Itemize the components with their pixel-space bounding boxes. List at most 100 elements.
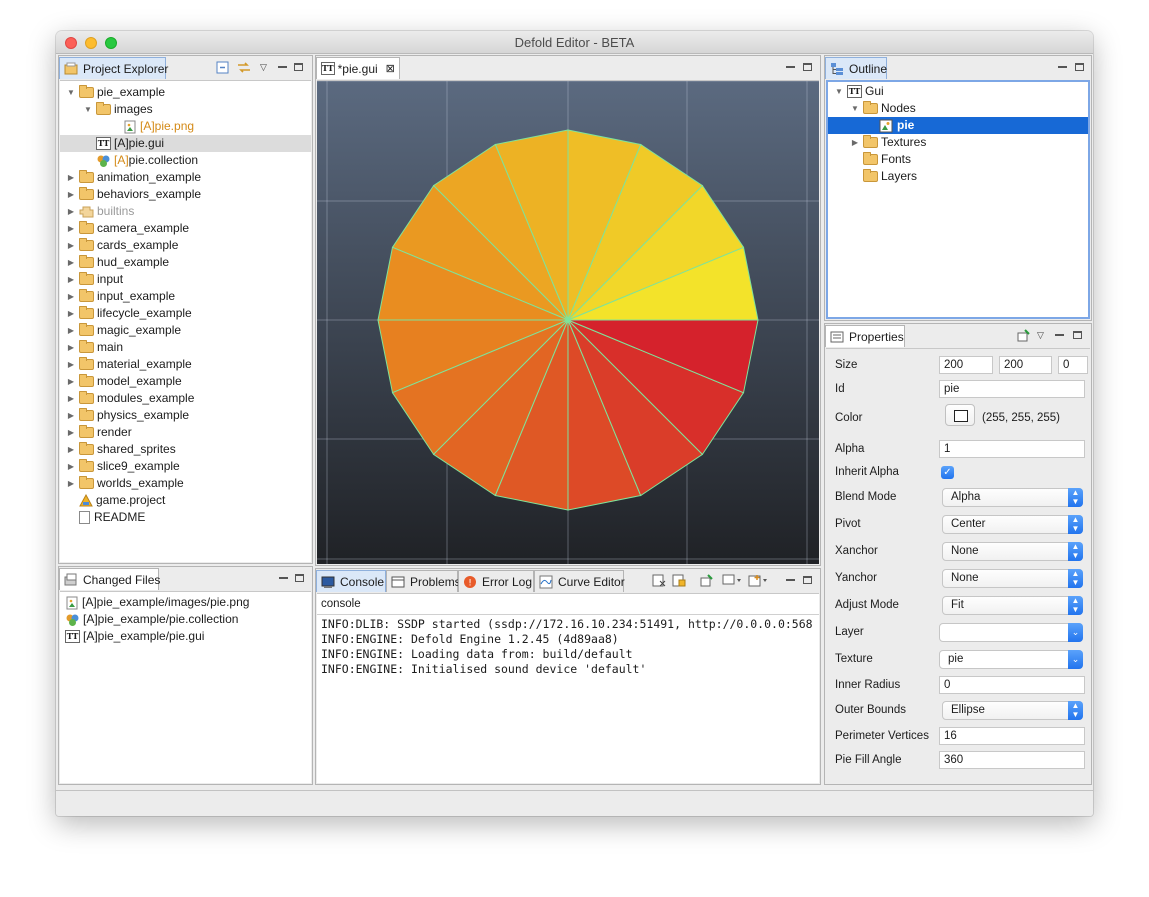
collapse-arrow-icon[interactable]: ▶ <box>66 271 76 288</box>
tree-item[interactable]: ▶ shared_sprites <box>60 441 311 458</box>
pin-console-icon[interactable] <box>700 574 714 590</box>
expand-arrow-icon[interactable]: ▼ <box>850 100 860 117</box>
texture-select[interactable]: pie ⌄ <box>939 650 1083 669</box>
collapse-arrow-icon[interactable]: ▶ <box>66 407 76 424</box>
collapse-arrow-icon[interactable]: ▶ <box>66 305 76 322</box>
minimize-panel-icon[interactable] <box>786 574 795 586</box>
tab-error-log[interactable]: ! Error Log <box>458 570 534 592</box>
display-console-icon[interactable] <box>722 574 742 590</box>
collapse-arrow-icon[interactable]: ▶ <box>66 237 76 254</box>
scene-canvas[interactable] <box>317 81 819 564</box>
tree-item[interactable]: ▶ material_example <box>60 356 311 373</box>
changed-file-item[interactable]: [A]pie_example/images/pie.png <box>65 594 249 611</box>
changed-file-item[interactable]: TT [A]pie_example/pie.gui <box>65 628 204 645</box>
collapse-arrow-icon[interactable]: ▶ <box>66 339 76 356</box>
minimize-panel-icon[interactable] <box>279 572 288 584</box>
tree-item[interactable]: README <box>60 509 311 526</box>
minimize-panel-icon[interactable] <box>786 61 795 73</box>
scene-viewport[interactable] <box>317 80 819 564</box>
outline-item[interactable]: Layers <box>828 168 1088 185</box>
blend-mode-select[interactable]: Alpha ▲ ▼ <box>942 488 1083 507</box>
collapse-arrow-icon[interactable]: ▶ <box>66 169 76 186</box>
tree-item[interactable]: ▶ magic_example <box>60 322 311 339</box>
maximize-panel-icon[interactable] <box>1073 329 1082 341</box>
tree-item[interactable]: ▶ builtins <box>60 203 311 220</box>
size-y-input[interactable]: 200 <box>999 356 1052 374</box>
clear-console-icon[interactable] <box>652 574 666 590</box>
maximize-panel-icon[interactable] <box>803 574 812 586</box>
collapse-arrow-icon[interactable]: ▶ <box>66 390 76 407</box>
collapse-arrow-icon[interactable]: ▶ <box>66 254 76 271</box>
layer-select[interactable]: ⌄ <box>939 623 1083 642</box>
tab-outline[interactable]: Outline <box>825 57 887 79</box>
collapse-arrow-icon[interactable]: ▶ <box>66 356 76 373</box>
color-picker-button[interactable] <box>945 404 975 426</box>
tree-item[interactable]: TT [A] pie.gui <box>60 135 311 152</box>
outline-item[interactable]: ▼ Nodes <box>828 100 1088 117</box>
outline-item[interactable]: pie <box>828 117 1088 134</box>
view-menu-icon[interactable]: ▽ <box>260 61 267 73</box>
maximize-panel-icon[interactable] <box>803 61 812 73</box>
tab-properties[interactable]: Properties <box>825 325 905 347</box>
collapse-arrow-icon[interactable]: ▶ <box>66 441 76 458</box>
inner-radius-input[interactable]: 0 <box>939 676 1085 694</box>
collapse-arrow-icon[interactable]: ▶ <box>66 424 76 441</box>
collapse-arrow-icon[interactable]: ▶ <box>66 373 76 390</box>
tree-item[interactable]: ▶ slice9_example <box>60 458 311 475</box>
minimize-panel-icon[interactable] <box>278 61 287 73</box>
tree-item[interactable]: ▶ model_example <box>60 373 311 390</box>
scroll-lock-icon[interactable] <box>672 574 686 590</box>
outer-bounds-select[interactable]: Ellipse ▲ ▼ <box>942 701 1083 720</box>
tree-item[interactable]: ▶ render <box>60 424 311 441</box>
collapse-arrow-icon[interactable]: ▶ <box>66 203 76 220</box>
tree-item[interactable]: ▶ input <box>60 271 311 288</box>
tab-curve-editor[interactable]: Curve Editor <box>534 570 625 592</box>
view-menu-icon[interactable]: ▽ <box>1037 329 1044 341</box>
link-with-editor-icon[interactable] <box>236 61 252 77</box>
tree-item[interactable]: ▶ cards_example <box>60 237 311 254</box>
tree-item[interactable]: ▶ lifecycle_example <box>60 305 311 322</box>
tree-item[interactable]: ▶ input_example <box>60 288 311 305</box>
tab-console[interactable]: Console <box>316 570 386 592</box>
id-input[interactable]: pie <box>939 380 1085 398</box>
outline-item[interactable]: ▼ TT Gui <box>828 83 1088 100</box>
maximize-panel-icon[interactable] <box>294 61 303 73</box>
perimeter-vertices-input[interactable]: 16 <box>939 727 1085 745</box>
changed-file-item[interactable]: [A]pie_example/pie.collection <box>65 611 238 628</box>
pin-icon[interactable] <box>1017 329 1031 345</box>
expand-arrow-icon[interactable]: ▼ <box>834 83 844 100</box>
expand-arrow-icon[interactable]: ▼ <box>66 84 76 101</box>
pie-fill-angle-input[interactable]: 360 <box>939 751 1085 769</box>
collapse-arrow-icon[interactable]: ▶ <box>66 288 76 305</box>
collapse-arrow-icon[interactable]: ▶ <box>66 458 76 475</box>
collapse-arrow-icon[interactable]: ▶ <box>66 186 76 203</box>
tree-item[interactable]: ▶ camera_example <box>60 220 311 237</box>
collapse-all-icon[interactable] <box>216 61 230 77</box>
tree-item[interactable]: [A] pie.collection <box>60 152 311 169</box>
yanchor-select[interactable]: None ▲ ▼ <box>942 569 1083 588</box>
pivot-select[interactable]: Center ▲ ▼ <box>942 515 1083 534</box>
collapse-arrow-icon[interactable]: ▶ <box>66 220 76 237</box>
tree-item[interactable]: game.project <box>60 492 311 509</box>
outline-item[interactable]: Fonts <box>828 151 1088 168</box>
maximize-panel-icon[interactable] <box>295 572 304 584</box>
tree-item[interactable]: ▶ worlds_example <box>60 475 311 492</box>
tree-item[interactable]: ▼ pie_example <box>60 84 311 101</box>
collapse-arrow-icon[interactable]: ▶ <box>66 475 76 492</box>
minimize-panel-icon[interactable] <box>1055 329 1064 341</box>
open-console-icon[interactable] <box>748 574 768 590</box>
collapse-arrow-icon[interactable]: ▶ <box>850 134 860 151</box>
inherit-alpha-checkbox[interactable]: ✓ <box>941 466 954 479</box>
xanchor-select[interactable]: None ▲ ▼ <box>942 542 1083 561</box>
tree-item[interactable]: ▶ behaviors_example <box>60 186 311 203</box>
tab-project-explorer[interactable]: Project Explorer <box>59 57 168 79</box>
tab-changed-files[interactable]: Changed Files <box>59 568 160 590</box>
tree-item[interactable]: ▶ physics_example <box>60 407 311 424</box>
tab-pie-gui[interactable]: TT *pie.gui ⊠ <box>316 57 400 79</box>
tree-item[interactable]: ▶ animation_example <box>60 169 311 186</box>
tree-item[interactable]: [A] pie.png <box>60 118 311 135</box>
tab-problems[interactable]: Problems <box>386 570 461 592</box>
console-output[interactable]: console INFO:DLIB: SSDP started (ssdp://… <box>317 593 819 783</box>
maximize-panel-icon[interactable] <box>1075 61 1084 73</box>
adjust-mode-select[interactable]: Fit ▲ ▼ <box>942 596 1083 615</box>
